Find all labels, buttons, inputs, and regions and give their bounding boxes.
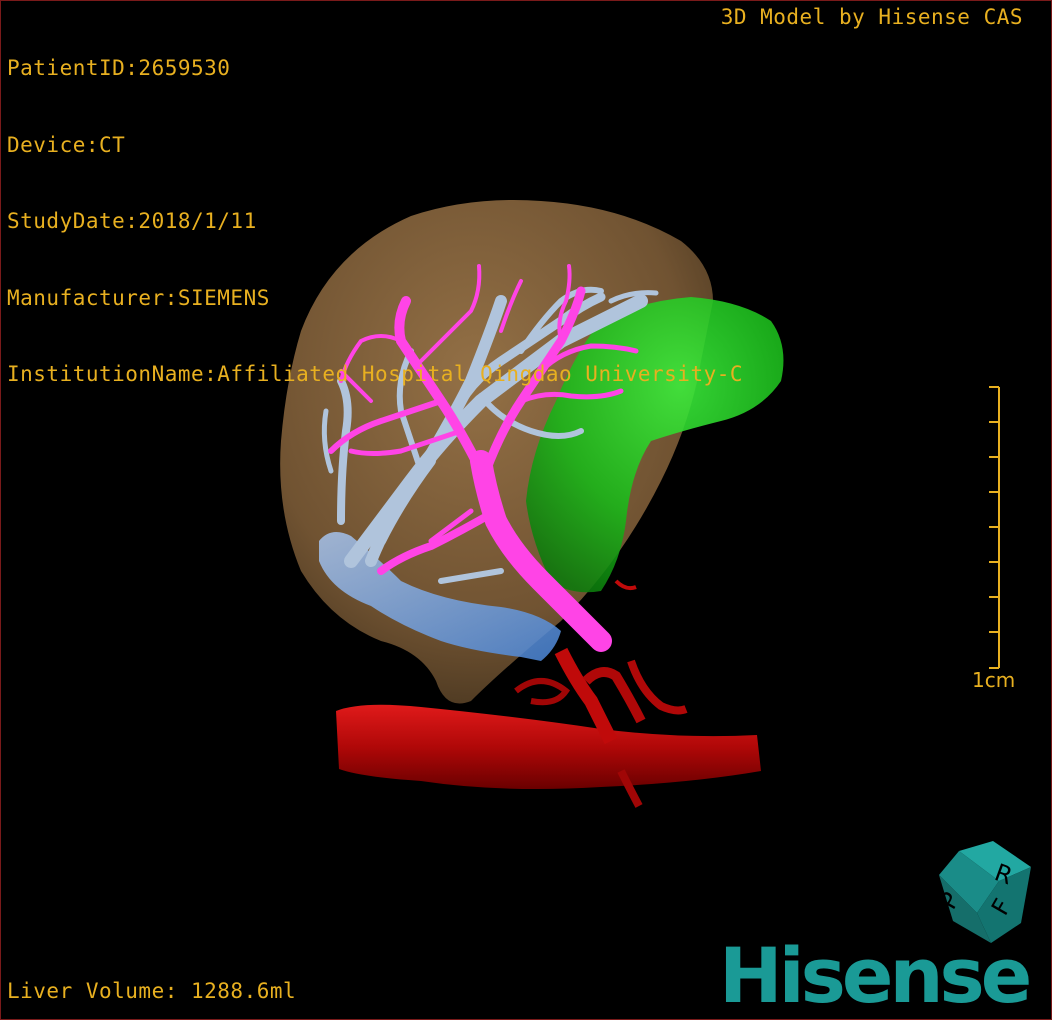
- 3d-viewport[interactable]: PatientID:2659530 Device:CT StudyDate:20…: [0, 0, 1052, 1020]
- patient-id: PatientID:2659530: [7, 56, 231, 80]
- scale-bar-label: 1cm: [972, 668, 1016, 692]
- institution-name: InstitutionName:Affiliated Hospital Qing…: [7, 362, 744, 386]
- scale-bar: [989, 386, 1000, 669]
- dicom-info-panel: PatientID:2659530 Device:CT StudyDate:20…: [7, 5, 743, 439]
- liver-volume-readout: Liver Volume: 1288.6ml: [7, 979, 297, 1003]
- study-date: StudyDate:2018/1/11: [7, 209, 257, 233]
- hisense-logo: Hisense: [719, 931, 1032, 1020]
- device: Device:CT: [7, 132, 126, 157]
- manufacturer: Manufacturer:SIEMENS: [7, 285, 270, 310]
- model-credit: 3D Model by Hisense CAS: [720, 5, 1023, 29]
